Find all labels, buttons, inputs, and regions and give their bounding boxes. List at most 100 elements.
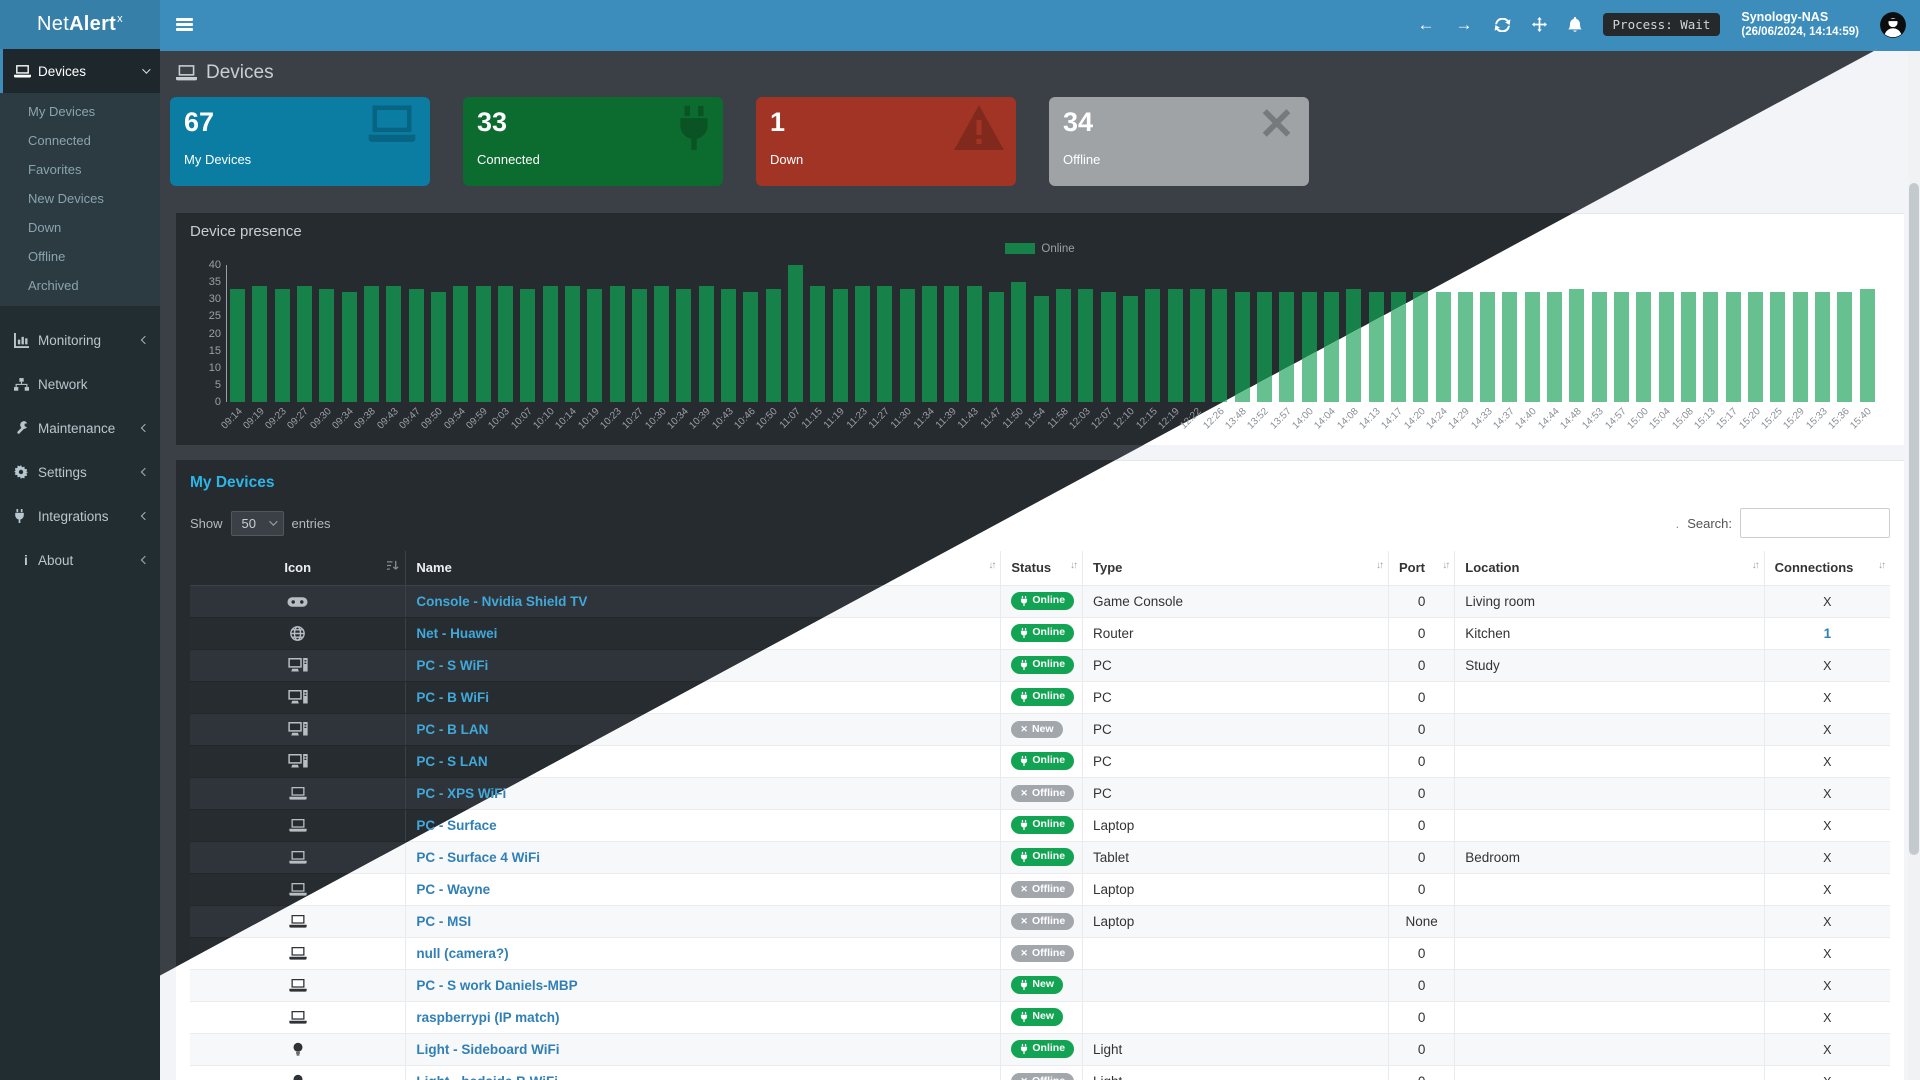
device-location — [1455, 809, 1764, 841]
back-arrow-icon[interactable]: ← — [1418, 15, 1435, 35]
sidebar-subitem-my-devices[interactable]: My Devices — [0, 97, 160, 126]
chart-bar — [275, 289, 290, 402]
forward-arrow-icon[interactable]: → — [1456, 15, 1473, 35]
device-name-link[interactable]: Light - Sideboard WiFi — [416, 1042, 559, 1057]
column-header-icon[interactable]: Icon — [190, 551, 406, 585]
y-tick-label: 5 — [215, 379, 221, 391]
card-offline[interactable]: 34 Offline ✕ — [1049, 97, 1309, 186]
device-name-link[interactable]: PC - B LAN — [416, 722, 488, 737]
sidebar-toggle-button[interactable] — [160, 0, 208, 49]
sidebar-item-about[interactable]: i About — [0, 538, 160, 582]
device-type — [1082, 1001, 1388, 1033]
device-name-link[interactable]: PC - Wayne — [416, 882, 490, 897]
move-maximize-icon[interactable] — [1532, 17, 1547, 32]
card-value: 33 — [477, 107, 709, 138]
sidebar-subitem-offline[interactable]: Offline — [0, 242, 160, 271]
plug-icon — [14, 509, 38, 523]
search-dot: . — [1676, 516, 1680, 531]
sidebar-subitem-archived[interactable]: Archived — [0, 271, 160, 300]
sidebar-item-integrations[interactable]: Integrations — [0, 494, 160, 538]
device-type: Laptop — [1082, 873, 1388, 905]
device-location — [1455, 777, 1764, 809]
chart-bar — [676, 289, 691, 402]
chart-bar — [788, 265, 803, 402]
chart-bar — [1837, 292, 1852, 402]
chart-bar — [743, 292, 758, 402]
device-location — [1455, 905, 1764, 937]
device-laptop-icon — [190, 777, 406, 809]
column-header-connections[interactable]: Connections↓↑ — [1764, 551, 1890, 585]
device-laptop-icon — [190, 969, 406, 1001]
search-label: Search: — [1687, 516, 1732, 531]
chart-bar — [1815, 292, 1830, 402]
sidebar: Devices My Devices Connected Favorites N… — [0, 49, 160, 1080]
info-icon: i — [14, 552, 38, 568]
chart-bar — [855, 286, 870, 402]
device-name-link[interactable]: PC - B WiFi — [416, 690, 489, 705]
connections-value[interactable]: 1 — [1824, 626, 1832, 641]
refresh-icon[interactable] — [1494, 18, 1511, 32]
device-type: PC — [1082, 713, 1388, 745]
card-label: Connected — [477, 152, 709, 167]
device-name-link[interactable]: Light - bedside B WiFi — [416, 1074, 558, 1080]
scrollbar-thumb[interactable] — [1909, 183, 1919, 855]
sidebar-item-settings[interactable]: Settings — [0, 450, 160, 494]
chart-bar — [1502, 292, 1517, 402]
device-desktop-icon — [190, 745, 406, 777]
sidebar-subitem-connected[interactable]: Connected — [0, 126, 160, 155]
device-location — [1455, 937, 1764, 969]
navbar-actions: ← → Process: Wait Synology-NAS (26/06/20… — [1418, 0, 1920, 49]
device-name-link[interactable]: Console - Nvidia Shield TV — [416, 594, 587, 609]
device-port: 0 — [1388, 841, 1454, 873]
y-tick-label: 40 — [209, 259, 221, 271]
chart-bar — [1436, 292, 1451, 402]
sort-icon: ↓↑ — [1376, 560, 1382, 571]
connections-value: X — [1823, 851, 1831, 865]
column-header-location[interactable]: Location↓↑ — [1455, 551, 1764, 585]
device-name-link[interactable]: PC - S work Daniels-MBP — [416, 978, 577, 993]
chart-bar — [431, 292, 446, 402]
user-avatar[interactable] — [1880, 12, 1906, 38]
device-type: PC — [1082, 777, 1388, 809]
device-name-link[interactable]: Net - Huawei — [416, 626, 497, 641]
sidebar-item-devices[interactable]: Devices — [0, 49, 160, 93]
notifications-bell-icon[interactable] — [1568, 17, 1582, 33]
column-header-status[interactable]: Status↓↑ — [1001, 551, 1083, 585]
devices-submenu: My Devices Connected Favorites New Devic… — [0, 93, 160, 306]
chart-bar — [632, 289, 647, 402]
sidebar-item-network[interactable]: Network — [0, 362, 160, 406]
x-ghost-icon: ✕ — [1258, 99, 1295, 150]
table-row: Light - Sideboard WiFiOnlineLight0X — [190, 1033, 1890, 1065]
sidebar-item-maintenance[interactable]: Maintenance — [0, 406, 160, 450]
device-name-link[interactable]: PC - Surface 4 WiFi — [416, 850, 540, 865]
sidebar-subitem-down[interactable]: Down — [0, 213, 160, 242]
search-input[interactable] — [1740, 508, 1890, 538]
y-tick-label: 30 — [209, 293, 221, 305]
device-name-link[interactable]: PC - MSI — [416, 914, 471, 929]
card-down[interactable]: 1 Down — [756, 97, 1016, 186]
device-port: 0 — [1388, 585, 1454, 617]
sidebar-subitem-new-devices[interactable]: New Devices — [0, 184, 160, 213]
chevron-left-icon — [141, 468, 149, 476]
entries-select[interactable]: 50 — [231, 511, 284, 536]
device-name-link[interactable]: null (camera?) — [416, 946, 508, 961]
sidebar-subitem-favorites[interactable]: Favorites — [0, 155, 160, 184]
chart-bar — [989, 292, 1004, 402]
card-my-devices[interactable]: 67 My Devices — [170, 97, 430, 186]
card-connected[interactable]: 33 Connected — [463, 97, 723, 186]
device-location — [1455, 873, 1764, 905]
column-header-port[interactable]: Port↓↑ — [1388, 551, 1454, 585]
device-name-link[interactable]: PC - S WiFi — [416, 658, 488, 673]
column-header-type[interactable]: Type↓↑ — [1082, 551, 1388, 585]
chart-bar — [1726, 292, 1741, 402]
laptop-ghost-icon — [366, 105, 418, 150]
page-scrollbar[interactable] — [1908, 51, 1920, 1080]
device-name-link[interactable]: PC - S LAN — [416, 754, 487, 769]
chevron-left-icon — [141, 424, 149, 432]
sidebar-item-monitoring[interactable]: Monitoring — [0, 318, 160, 362]
status-badge: ✕Offline — [1011, 785, 1074, 803]
app-logo[interactable]: NetAlertx — [0, 0, 160, 49]
device-name-link[interactable]: raspberrypi (IP match) — [416, 1010, 559, 1025]
status-badge: Online — [1011, 1040, 1074, 1058]
netalertx-app: NetAlertx ← → Process: Wait Synology-NAS… — [0, 0, 1920, 1080]
